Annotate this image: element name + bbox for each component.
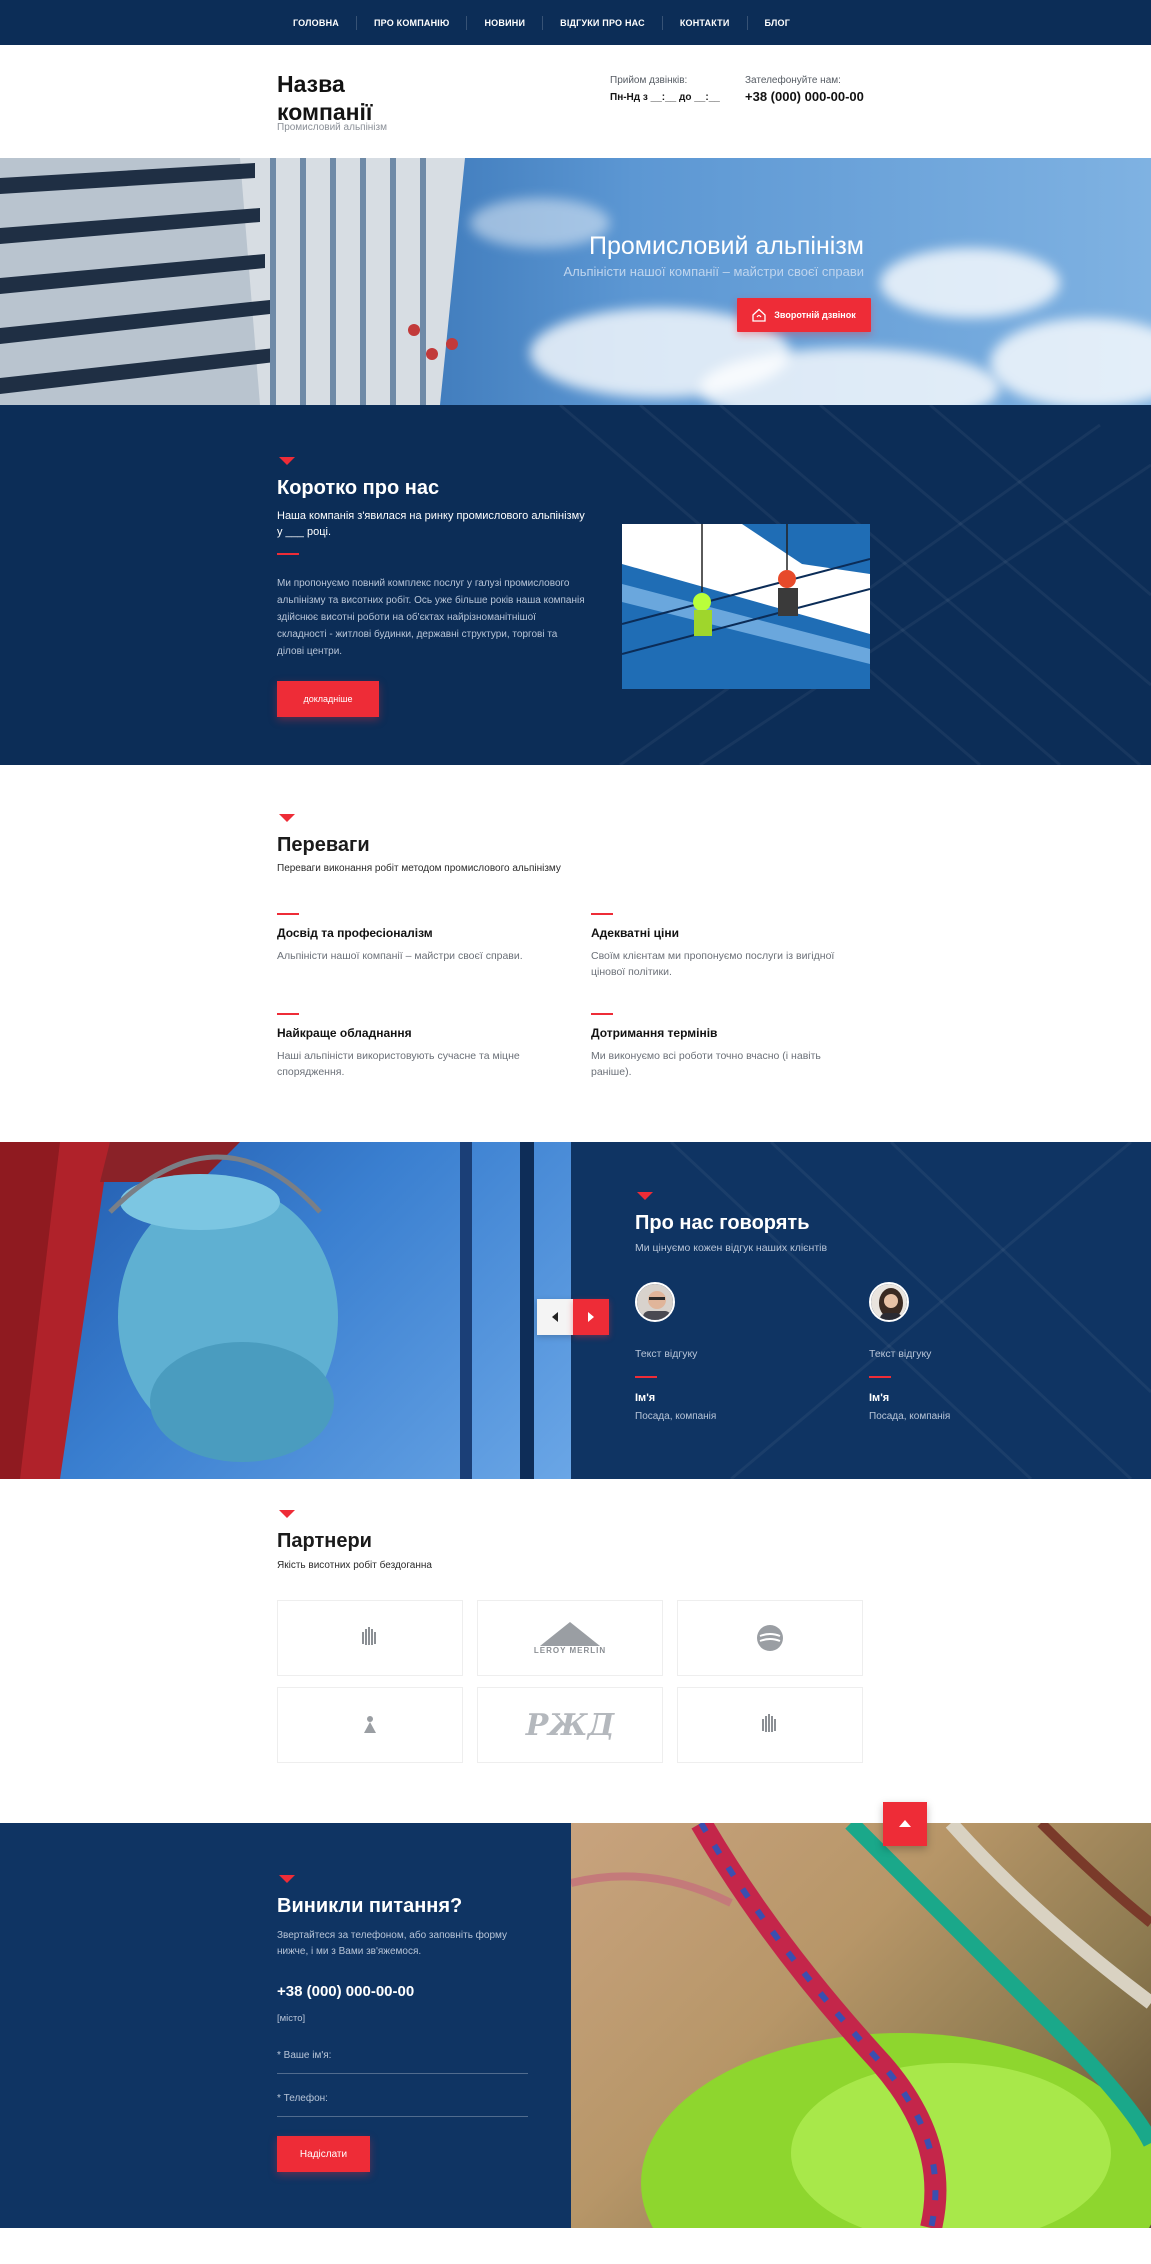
- advantage-text: Своїм клієнтам ми пропонуємо послуги із …: [591, 950, 835, 978]
- top-navigation: Головна Про компанію Новини Відгуки про …: [0, 0, 1151, 45]
- advantage-title: Досвід та професіоналізм: [277, 926, 433, 940]
- nav-item-about[interactable]: Про компанію: [355, 15, 467, 30]
- nav-item-home[interactable]: Головна: [277, 16, 356, 30]
- partner-logo-card[interactable]: [677, 1600, 863, 1676]
- reviewer-avatar: [635, 1282, 675, 1322]
- arrow-right-icon: [588, 1312, 594, 1322]
- contact-city: [місто]: [277, 2013, 306, 2024]
- advantage-title: Адекватні ціни: [591, 926, 679, 940]
- building-illustration: [0, 158, 465, 405]
- bucket-illustration: [0, 1142, 534, 1479]
- reviewer-name: Ім'я: [869, 1392, 890, 1404]
- about-photo: [622, 524, 870, 689]
- hero-title: Промисловий альпінізм: [589, 232, 864, 260]
- contact-photo: [571, 1823, 1151, 2228]
- man-avatar-icon: [637, 1284, 673, 1320]
- scroll-top-button[interactable]: [883, 1802, 927, 1846]
- partner-logo-card[interactable]: [677, 1687, 863, 1763]
- reviewer-name: Ім'я: [635, 1392, 656, 1404]
- hours-label: Прийом дзвінків:: [610, 75, 688, 86]
- partner-logo-card[interactable]: [277, 1600, 463, 1676]
- slider-prev-button[interactable]: [537, 1299, 573, 1335]
- callback-button-label: Зворотній дзвінок: [774, 310, 856, 320]
- reviewer-position: Посада, компанія: [635, 1411, 717, 1422]
- reviewer-avatar: [869, 1282, 909, 1322]
- partners-title: Партнери: [277, 1530, 372, 1552]
- contact-phone[interactable]: +38 (000) 000-00-00: [277, 1983, 414, 2000]
- flame-logo-icon: [762, 1714, 776, 1732]
- arrow-left-icon: [552, 1312, 558, 1322]
- about-lead: Наша компанія з'явилася на ринку промисл…: [277, 510, 585, 538]
- arrow-up-icon: [899, 1820, 911, 1827]
- woman-avatar-icon: [871, 1284, 907, 1320]
- callback-button[interactable]: Зворотній дзвінок: [737, 298, 871, 332]
- reviews-subtitle: Ми цінуємо кожен відгук наших клієнтів: [635, 1242, 828, 1254]
- figure-logo-icon: [364, 1716, 376, 1733]
- review-text: Текст відгуку: [869, 1348, 932, 1360]
- review-card: Текст відгуку Ім'я Посада, компанія: [635, 1282, 716, 1422]
- circle-logo-icon: [757, 1625, 783, 1651]
- reviews-photo: [0, 1142, 571, 1479]
- advantage-text: Альпіністи нашої компанії – майстри своє…: [277, 950, 523, 962]
- company-tagline: Промисловий альпінізм: [277, 122, 387, 133]
- slider-next-button[interactable]: [573, 1299, 609, 1335]
- phone-label: Зателефонуйте нам:: [745, 75, 841, 86]
- nav-item-blog[interactable]: Блог: [746, 15, 807, 30]
- about-body: Ми пропонуємо повний комплекс послуг у г…: [277, 578, 585, 657]
- contact-title: Виникли питання?: [277, 1895, 463, 1917]
- contact-text: Звертайтеся за телефоном, або заповніть …: [277, 1930, 508, 1957]
- header-phone[interactable]: +38 (000) 000-00-00: [745, 89, 864, 104]
- house-phone-icon: [752, 308, 766, 322]
- hours-value: Пн-Нд з __:__ до __:__: [610, 92, 720, 103]
- hero-subtitle: Альпіністи нашої компанії – майстри своє…: [563, 264, 864, 279]
- partners-subtitle: Якість висотних робіт бездоганна: [277, 1560, 432, 1571]
- company-name[interactable]: Назва компанії: [277, 70, 417, 126]
- reviews-title: Про нас говорять: [635, 1212, 810, 1234]
- nav-item-news[interactable]: Новини: [466, 15, 542, 30]
- nav-item-reviews[interactable]: Відгуки про нас: [542, 15, 662, 30]
- partner-logo-text: LEROY MERLIN: [533, 1645, 607, 1655]
- nav-item-contacts[interactable]: Контакти: [661, 15, 747, 30]
- contact-section: Виникли питання? Звертайтеся за телефоно…: [0, 1823, 571, 2228]
- phone-field[interactable]: * Телефон:: [277, 2093, 328, 2104]
- name-field[interactable]: * Ваше ім'я:: [277, 2050, 331, 2061]
- submit-button[interactable]: Надіслати: [277, 2136, 370, 2172]
- reviews-section: Про нас говорять Ми цінуємо кожен відгук…: [571, 1142, 1151, 1479]
- reviewer-position: Посада, компанія: [869, 1411, 951, 1422]
- about-section: Коротко про нас Наша компанія з'явилася …: [0, 405, 1151, 765]
- flame-logo-icon: [362, 1627, 376, 1645]
- hero-banner: Промисловий альпінізм Альпіністи нашої к…: [0, 158, 1151, 405]
- partner-logo-card[interactable]: LEROY MERLIN: [477, 1600, 663, 1676]
- review-card: Текст відгуку Ім'я Посада, компанія: [869, 1282, 950, 1422]
- review-text: Текст відгуку: [635, 1348, 698, 1360]
- advantages-subtitle: Переваги виконання робіт методом промисл…: [277, 863, 561, 874]
- advantage-title: Найкраще обладнання: [277, 1026, 412, 1040]
- advantage-text: Наші альпіністи використовують сучасне т…: [277, 1050, 520, 1078]
- advantages-title: Переваги: [277, 834, 370, 856]
- advantage-title: Дотримання термінів: [591, 1026, 718, 1040]
- partner-logo-card[interactable]: [277, 1687, 463, 1763]
- partner-logo-text: РЖД: [525, 1707, 615, 1743]
- more-button[interactable]: докладніше: [277, 681, 379, 717]
- partner-logo-card[interactable]: РЖД: [477, 1687, 663, 1763]
- about-title: Коротко про нас: [277, 477, 440, 499]
- advantage-text: Ми виконуємо всі роботи точно вчасно (і …: [591, 1050, 821, 1078]
- ropes-illustration: [571, 1823, 1151, 2228]
- leroy-merlin-logo-icon: [540, 1621, 600, 1646]
